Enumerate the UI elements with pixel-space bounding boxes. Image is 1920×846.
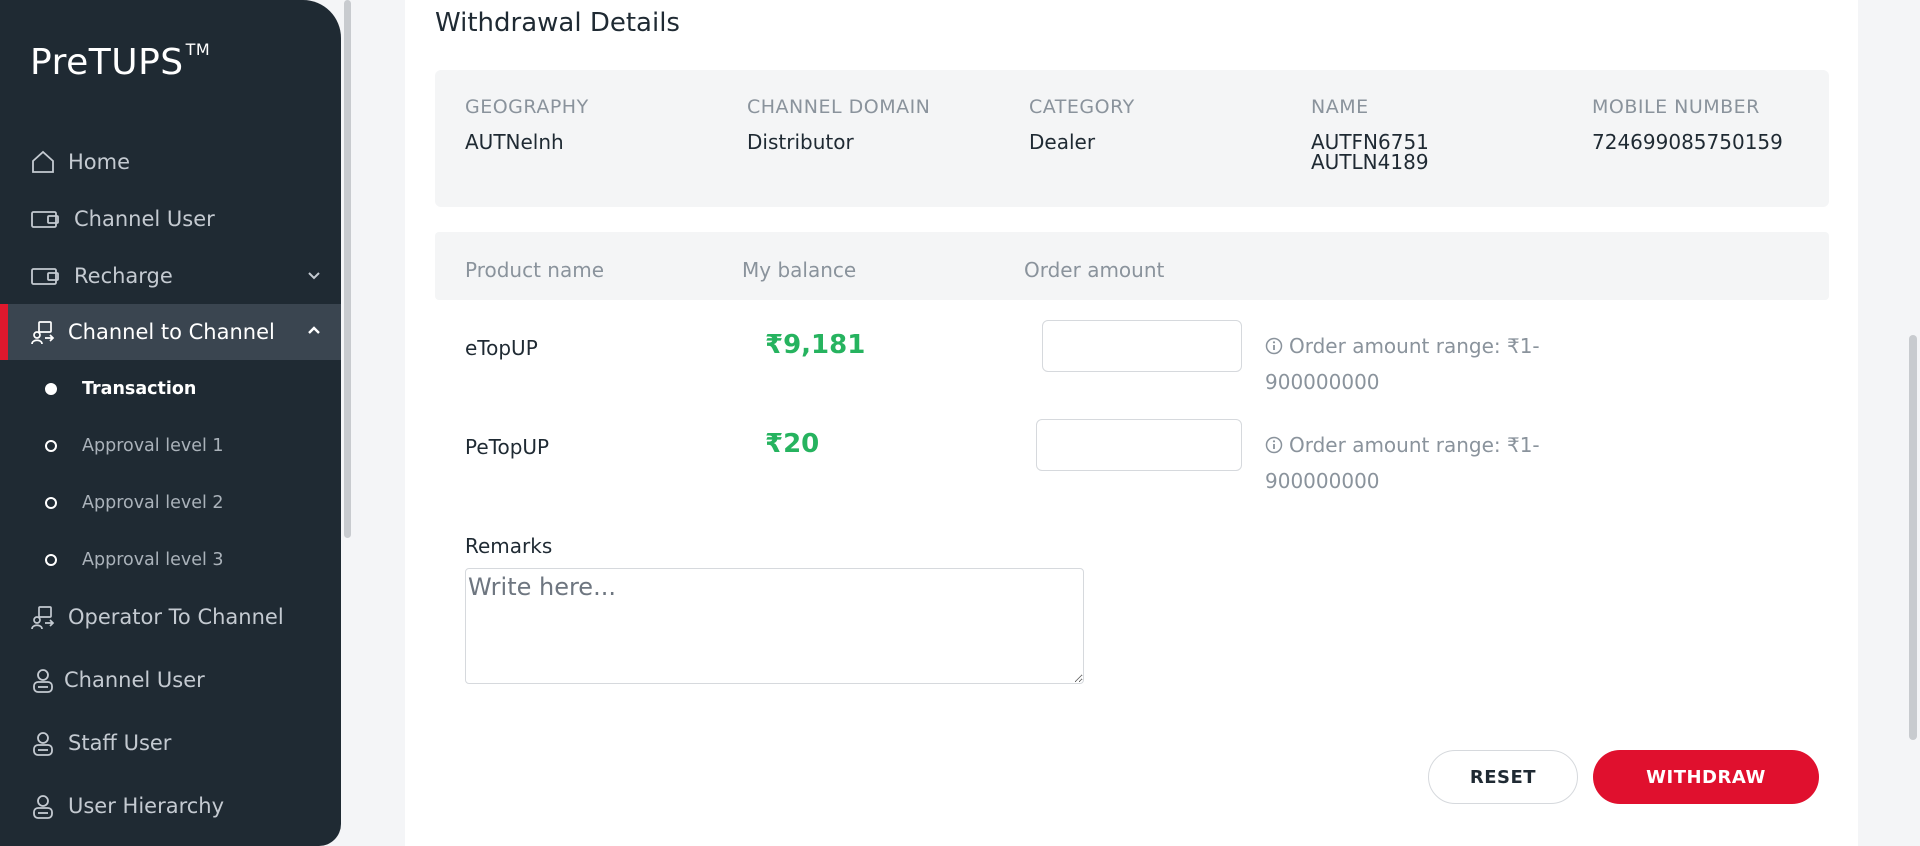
hint-text: Order amount range: ₹1-900000000: [1265, 433, 1540, 493]
remarks-textarea[interactable]: [465, 568, 1084, 684]
info-mobile-number: MOBILE NUMBER 724699085750159: [1592, 96, 1783, 152]
info-value: Dealer: [1029, 130, 1096, 154]
user-icon: [28, 665, 58, 695]
card-icon: [30, 261, 60, 291]
sidebar: PreTUPS TM Home Channel User Recharge Cha…: [0, 0, 341, 846]
user-info-panel: GEOGRAPHY AUTNelnh CHANNEL DOMAIN Distri…: [435, 70, 1829, 207]
bullet-icon: [45, 440, 57, 452]
sidebar-item-home[interactable]: Home: [0, 134, 341, 190]
chevron-up-icon: [308, 326, 320, 334]
info-label: GEOGRAPHY: [465, 96, 589, 118]
remarks-label: Remarks: [465, 534, 553, 558]
info-category: CATEGORY Dealer: [1029, 96, 1135, 152]
product-table-header: Product name My balance Order amount: [435, 232, 1829, 300]
card-icon: [30, 204, 60, 234]
sidebar-subitem-approval-level-2[interactable]: Approval level 2: [0, 481, 341, 525]
sidebar-subitem-label: Approval level 1: [82, 436, 224, 456]
scrollbar-thumb[interactable]: [344, 0, 351, 538]
home-icon: [28, 147, 58, 177]
info-value: AUTFN6751: [1311, 130, 1429, 154]
sidebar-subitem-label: Approval level 2: [82, 493, 224, 513]
page-scrollbar[interactable]: [1906, 0, 1920, 846]
sidebar-item-label: Recharge: [74, 264, 173, 288]
info-value: Distributor: [747, 130, 854, 154]
bullet-icon: [45, 497, 57, 509]
info-label: CATEGORY: [1029, 96, 1135, 118]
chevron-down-icon: [308, 272, 320, 280]
withdrawal-card: Withdrawal Details GEOGRAPHY AUTNelnh CH…: [405, 0, 1858, 846]
section-title: Withdrawal Details: [435, 8, 680, 38]
sidebar-item-channel-user-2[interactable]: Channel User: [0, 652, 341, 708]
sidebar-item-label: Home: [68, 150, 131, 174]
sidebar-item-channel-user[interactable]: Channel User: [0, 191, 341, 247]
sidebar-item-label: User Hierarchy: [68, 794, 225, 818]
app-logo[interactable]: PreTUPS TM: [30, 40, 211, 83]
sidebar-item-operator-to-channel[interactable]: Operator To Channel: [0, 589, 341, 645]
info-name: NAME AUTFN6751 AUTLN4189: [1311, 96, 1429, 172]
sidebar-item-label: Channel User: [64, 668, 205, 692]
product-name: PeTopUP: [465, 435, 550, 459]
logo-trademark: TM: [185, 40, 211, 59]
sidebar-item-label: Operator To Channel: [68, 605, 284, 629]
order-amount-input[interactable]: [1036, 419, 1242, 471]
column-header: My balance: [742, 258, 857, 282]
hint-text: Order amount range: ₹1-900000000: [1265, 334, 1540, 394]
column-header: Order amount: [1024, 258, 1165, 282]
info-label: CHANNEL DOMAIN: [747, 96, 931, 118]
sidebar-subitem-transaction[interactable]: Transaction: [0, 367, 341, 411]
sidebar-item-user-hierarchy[interactable]: User Hierarchy: [0, 778, 341, 834]
sidebar-subitem-label: Transaction: [82, 379, 197, 399]
transfer-icon: [28, 317, 58, 347]
bullet-icon: [45, 554, 57, 566]
sidebar-item-staff-user[interactable]: Staff User: [0, 715, 341, 771]
logo-text: PreTUPS: [30, 42, 184, 83]
info-channel-domain: CHANNEL DOMAIN Distributor: [747, 96, 930, 152]
order-range-hint: Order amount range: ₹1-900000000: [1265, 328, 1565, 400]
balance-value: ₹20: [765, 429, 820, 459]
sidebar-item-recharge[interactable]: Recharge: [0, 248, 341, 304]
info-icon: [1265, 436, 1283, 454]
sidebar-subitem-label: Approval level 3: [82, 550, 224, 570]
info-value: AUTLN4189: [1311, 150, 1429, 174]
product-name: eTopUP: [465, 336, 538, 360]
balance-value: ₹9,181: [765, 330, 866, 360]
withdraw-button[interactable]: WITHDRAW: [1593, 750, 1819, 804]
transfer-icon: [28, 602, 58, 632]
column-header: Product name: [465, 258, 605, 282]
info-icon: [1265, 337, 1283, 355]
info-label: NAME: [1311, 96, 1369, 118]
scrollbar-thumb[interactable]: [1909, 335, 1917, 740]
sidebar-item-label: Staff User: [68, 731, 172, 755]
order-range-hint: Order amount range: ₹1-900000000: [1265, 427, 1565, 499]
bullet-icon: [45, 383, 57, 395]
reset-button[interactable]: RESET: [1428, 750, 1578, 804]
sidebar-subitem-approval-level-1[interactable]: Approval level 1: [0, 424, 341, 468]
info-value: 724699085750159: [1592, 130, 1783, 154]
sidebar-subitem-approval-level-3[interactable]: Approval level 3: [0, 538, 341, 582]
info-label: MOBILE NUMBER: [1592, 96, 1760, 118]
sidebar-item-label: Channel to Channel: [68, 320, 275, 344]
sidebar-item-channel-to-channel[interactable]: Channel to Channel: [0, 304, 341, 360]
sidebar-item-label: Channel User: [74, 207, 215, 231]
sidebar-scrollbar[interactable]: [341, 0, 353, 846]
user-icon: [28, 791, 58, 821]
info-value: AUTNelnh: [465, 130, 564, 154]
order-amount-input[interactable]: [1042, 320, 1242, 372]
info-geography: GEOGRAPHY AUTNelnh: [465, 96, 589, 152]
user-icon: [28, 728, 58, 758]
